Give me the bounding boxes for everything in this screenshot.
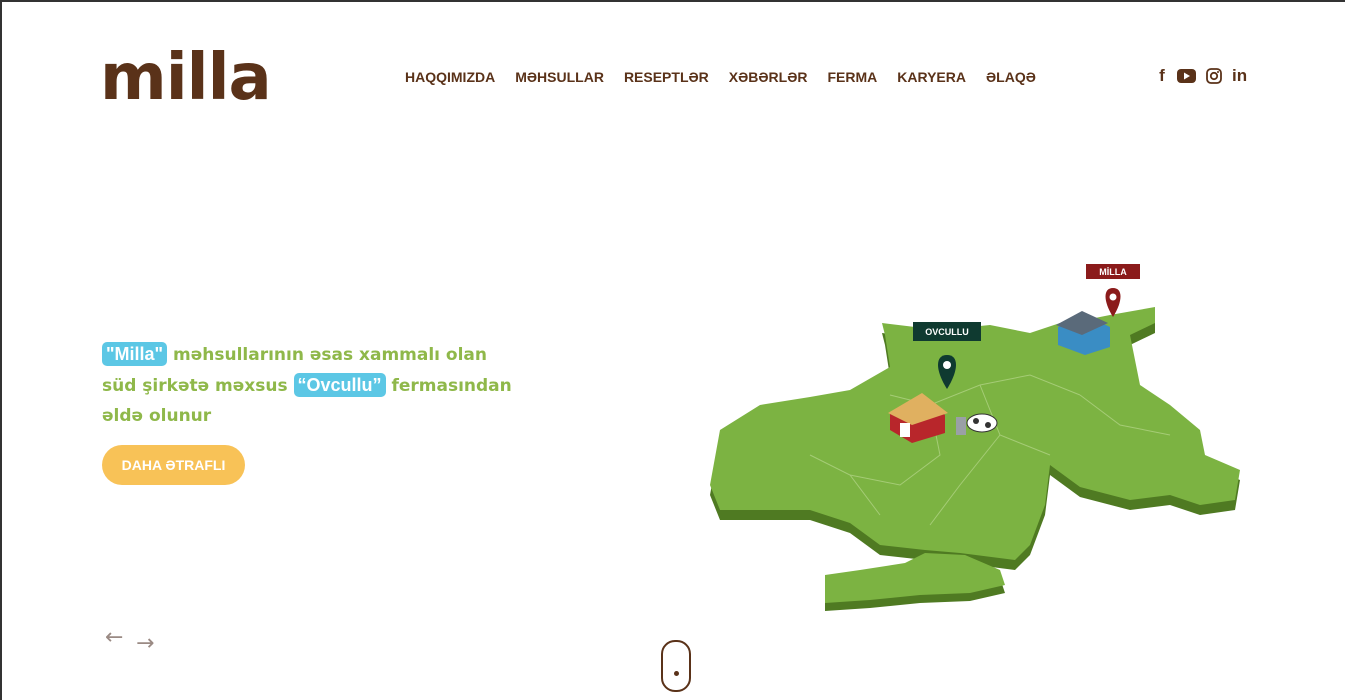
- slider-next-arrow-icon[interactable]: →: [136, 633, 154, 655]
- social-links: f in: [1157, 66, 1247, 86]
- window-border-left: [0, 0, 2, 700]
- nav-item-ferma[interactable]: FERMA: [828, 69, 878, 85]
- nav-item-haqqimizda[interactable]: HAQQIMIZDA: [405, 69, 495, 85]
- slider-prev-arrow-icon[interactable]: ←: [105, 627, 123, 649]
- milla-highlight: "Milla": [102, 342, 168, 366]
- ovcullu-label: OVCULLU: [925, 327, 969, 337]
- hero-text-3: fermasından: [385, 376, 512, 396]
- hero-text: "Milla" məhsullarının əsas xammalı olan …: [102, 339, 522, 431]
- learn-more-button[interactable]: DAHA ƏTRAFLI: [102, 445, 245, 485]
- main-nav: HAQQIMIZDA MƏHSULLAR RESEPTLƏR XƏBƏRLƏR …: [405, 69, 1056, 85]
- nav-item-mehsullar[interactable]: MƏHSULLAR: [515, 69, 604, 85]
- nav-item-xeberler[interactable]: XƏBƏRLƏR: [729, 69, 808, 85]
- hero-text-4: əldə olunur: [102, 406, 212, 426]
- azerbaijan-map: OVCULLU MİLLA: [710, 264, 1240, 611]
- ovcullu-highlight: “Ovcullu”: [293, 373, 386, 397]
- nav-item-elaqe[interactable]: ƏLAQƏ: [986, 69, 1036, 85]
- milla-logo[interactable]: milla: [100, 40, 272, 116]
- youtube-icon[interactable]: [1177, 66, 1196, 86]
- instagram-icon[interactable]: [1206, 66, 1222, 86]
- facebook-icon[interactable]: f: [1157, 66, 1167, 86]
- window-border-top: [0, 0, 1345, 2]
- hero-line-1: "Milla" məhsullarının əsas xammalı olan: [102, 339, 522, 370]
- nav-item-reseptler[interactable]: RESEPTLƏR: [624, 69, 709, 85]
- hero-text-2: süd şirkətə məxsus: [102, 376, 294, 396]
- scroll-dot-icon: [674, 671, 679, 676]
- nav-item-karyera[interactable]: KARYERA: [897, 69, 966, 85]
- milla-pin-icon: [1105, 288, 1121, 317]
- hero-line-3: əldə olunur: [102, 401, 522, 431]
- linkedin-icon[interactable]: in: [1232, 66, 1247, 86]
- milla-label: MİLLA: [1099, 267, 1127, 277]
- scroll-down-indicator[interactable]: [661, 640, 691, 692]
- hero-line-2: süd şirkətə məxsus “Ovcullu” fermasından: [102, 370, 522, 401]
- hero-text-1: məhsullarının əsas xammalı olan: [167, 345, 487, 365]
